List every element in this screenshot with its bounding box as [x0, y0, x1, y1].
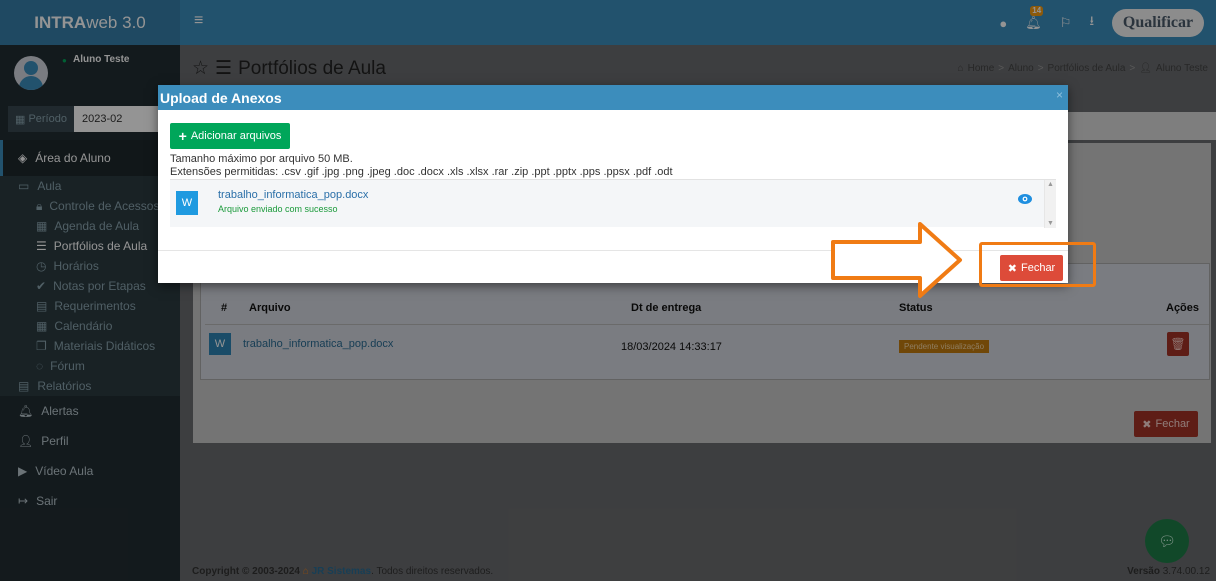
word-file-icon: W [176, 191, 198, 215]
scroll-down-icon[interactable]: ▼ [1047, 220, 1054, 227]
allowed-extensions-text: Extensões permitidas: .csv .gif .jpg .pn… [170, 166, 673, 178]
eye-icon[interactable] [1018, 193, 1032, 207]
close-icon[interactable]: × [1056, 88, 1063, 102]
upload-status: Arquivo enviado com sucesso [218, 204, 338, 214]
scrollbar[interactable]: ▲ ▼ [1044, 180, 1056, 228]
uploaded-file-link[interactable]: trabalho_informatica_pop.docx [218, 189, 368, 201]
arrow-annotation-icon [831, 222, 962, 298]
add-files-button[interactable]: + Adicionar arquivos [170, 123, 290, 149]
modal-title: Upload de Anexos [160, 90, 282, 106]
modal-header: Upload de Anexos × [158, 85, 1068, 110]
max-size-text: Tamanho máximo por arquivo 50 MB. [170, 153, 353, 165]
highlight-annotation [979, 242, 1096, 287]
plus-icon: + [178, 128, 187, 144]
scroll-up-icon[interactable]: ▲ [1047, 181, 1054, 188]
